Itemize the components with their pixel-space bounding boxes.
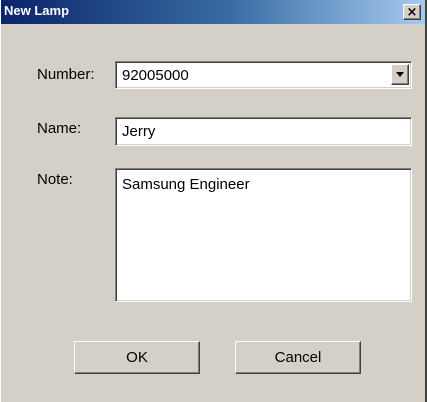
new-lamp-dialog: New Lamp × Number: 92005000 Name: Jerry … xyxy=(0,0,427,402)
name-field[interactable]: Jerry xyxy=(115,117,412,146)
note-value: Samsung Engineer xyxy=(122,176,250,193)
note-textarea[interactable]: Samsung Engineer xyxy=(115,168,412,302)
number-dropdown-button[interactable] xyxy=(391,64,409,85)
number-value: 92005000 xyxy=(122,67,189,84)
chevron-down-icon xyxy=(396,72,404,77)
dialog-title: New Lamp xyxy=(4,3,70,18)
number-combobox[interactable]: 92005000 xyxy=(115,61,412,89)
title-bar[interactable]: New Lamp × xyxy=(1,0,425,24)
number-label: Number: xyxy=(37,66,95,83)
close-button[interactable]: × xyxy=(403,4,421,20)
name-value: Jerry xyxy=(122,123,156,140)
close-icon: × xyxy=(406,4,418,20)
name-label: Name: xyxy=(37,120,82,137)
cancel-button[interactable]: Cancel xyxy=(235,341,361,374)
note-label: Note: xyxy=(37,171,73,188)
ok-button[interactable]: OK xyxy=(74,341,200,374)
